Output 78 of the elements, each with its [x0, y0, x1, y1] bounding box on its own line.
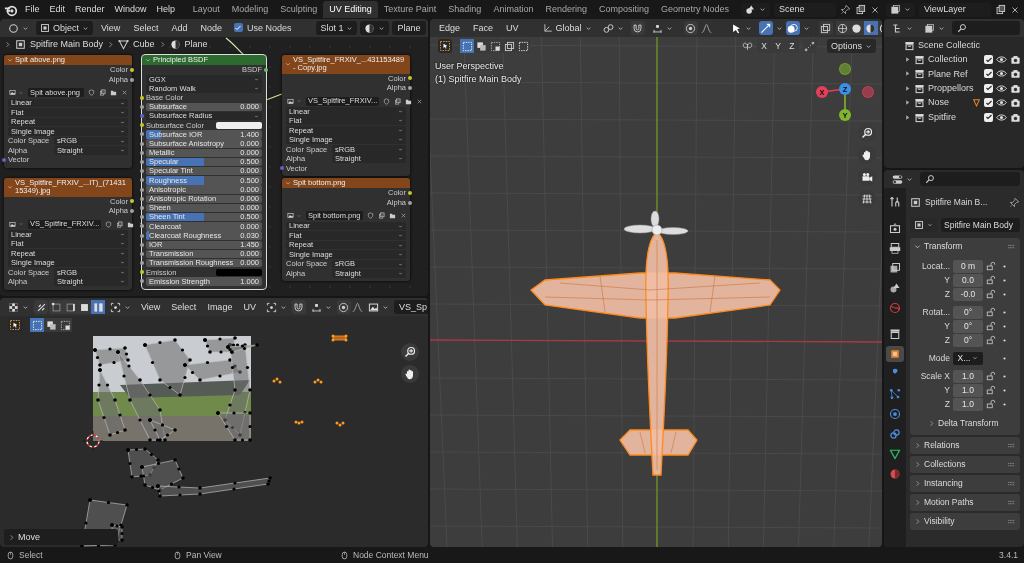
- number-field[interactable]: 1.0: [953, 383, 983, 397]
- panel-header[interactable]: Visibility: [910, 513, 1020, 530]
- options-dropdown[interactable]: Options: [826, 39, 876, 53]
- field-label: Mode: [927, 352, 950, 364]
- workspace-tab[interactable]: Texture Paint: [377, 1, 443, 18]
- outliner-item[interactable]: Proppellors: [928, 82, 981, 94]
- viewport-info-text: User Perspective: [435, 61, 504, 72]
- number-field[interactable]: 1.0: [953, 369, 983, 383]
- status-hint: Select: [19, 549, 44, 561]
- menu-item[interactable]: View: [96, 21, 126, 35]
- slot-dropdown[interactable]: Slot 1: [316, 21, 358, 35]
- field-label: Locat...: [921, 260, 950, 272]
- status-hint: Node Context Menu: [353, 549, 429, 561]
- object-name: Spitfire Main B...: [925, 196, 989, 208]
- field-label: Scale X: [919, 370, 950, 382]
- outliner-item[interactable]: Nose: [928, 97, 969, 109]
- number-field[interactable]: 1.0: [953, 397, 983, 411]
- outliner-item[interactable]: Plane Ref: [928, 68, 981, 80]
- field-label: Z: [943, 334, 950, 346]
- field-label: Z: [943, 398, 950, 410]
- menu-item[interactable]: Select: [128, 21, 164, 35]
- number-field[interactable]: 0 m: [953, 259, 983, 273]
- number-field[interactable]: 0°: [953, 305, 983, 319]
- number-field[interactable]: 0°: [953, 333, 983, 347]
- menu-item[interactable]: Edit: [44, 3, 70, 16]
- workspace-tab[interactable]: Compositing: [592, 1, 655, 18]
- workspace-tab[interactable]: Animation: [487, 1, 540, 18]
- view-layer-field[interactable]: ViewLayer: [919, 2, 991, 17]
- menu-item[interactable]: Help: [151, 3, 180, 16]
- outliner-item[interactable]: Scene Collectic: [918, 39, 981, 51]
- field-label: Z: [943, 288, 950, 300]
- menu-item[interactable]: Image: [202, 300, 238, 314]
- checkbox-label: Use Nodes: [246, 22, 292, 34]
- dropdown[interactable]: X...: [953, 351, 983, 365]
- number-field[interactable]: -0.0: [953, 287, 983, 301]
- number-field[interactable]: 0.0: [953, 273, 983, 287]
- menu-item[interactable]: Node: [195, 21, 227, 35]
- workspace-tab[interactable]: Modeling: [225, 1, 275, 18]
- workspace-tab[interactable]: Geometry Nodes: [654, 1, 735, 18]
- menu-item[interactable]: Edge: [434, 21, 466, 35]
- scene-field[interactable]: Scene: [774, 2, 836, 17]
- menu-item[interactable]: Window: [109, 3, 152, 16]
- workspace-tab[interactable]: Rendering: [539, 1, 593, 18]
- workspace-tab[interactable]: Layout: [186, 1, 226, 18]
- breadcrumb-item[interactable]: Plane: [184, 39, 208, 50]
- field-label: Rotat...: [921, 306, 950, 318]
- menu-item[interactable]: Select: [166, 300, 202, 314]
- breadcrumb-item[interactable]: Cube: [133, 39, 155, 50]
- number-field[interactable]: 0°: [953, 319, 983, 333]
- menu-item[interactable]: Face: [468, 21, 499, 35]
- workspace-tab[interactable]: Sculpting: [274, 1, 324, 18]
- version-text: 3.4.1: [999, 549, 1018, 561]
- menu-item[interactable]: UV: [501, 21, 524, 35]
- panel-header[interactable]: Relations: [910, 437, 1020, 454]
- image-field[interactable]: VS_Sp: [393, 300, 428, 314]
- orientation-dropdown[interactable]: Global: [538, 21, 596, 35]
- outliner-item[interactable]: Collection: [928, 54, 981, 65]
- outliner-item[interactable]: Spitfire: [928, 111, 981, 123]
- breadcrumb-item[interactable]: Spitfire Main Body: [30, 39, 104, 50]
- panel-header[interactable]: Instancing: [910, 475, 1020, 492]
- workspace-tab[interactable]: UV Editing: [323, 1, 378, 18]
- panel-header[interactable]: Motion Paths: [910, 494, 1020, 511]
- field-label: Y: [943, 320, 950, 332]
- menu-item[interactable]: View: [136, 300, 166, 314]
- viewport-info-text: (1) Spitfire Main Body: [435, 74, 522, 85]
- menu-item[interactable]: Render: [69, 3, 110, 16]
- status-hint: Pan View: [186, 549, 223, 561]
- menu-item[interactable]: Add: [166, 21, 193, 35]
- field-label: Y: [943, 274, 950, 286]
- menu-item[interactable]: File: [19, 3, 45, 16]
- object-name-field[interactable]: Spitfire Main Body: [941, 218, 1020, 232]
- panel-header[interactable]: Collections: [910, 456, 1020, 473]
- material-field[interactable]: Plane: [392, 21, 426, 35]
- mode-dropdown[interactable]: Object: [36, 21, 93, 35]
- menu-item[interactable]: UV: [238, 300, 261, 314]
- workspace-tab[interactable]: Shading: [442, 1, 488, 18]
- field-label: Y: [943, 384, 950, 396]
- operator-panel[interactable]: Move: [4, 529, 118, 545]
